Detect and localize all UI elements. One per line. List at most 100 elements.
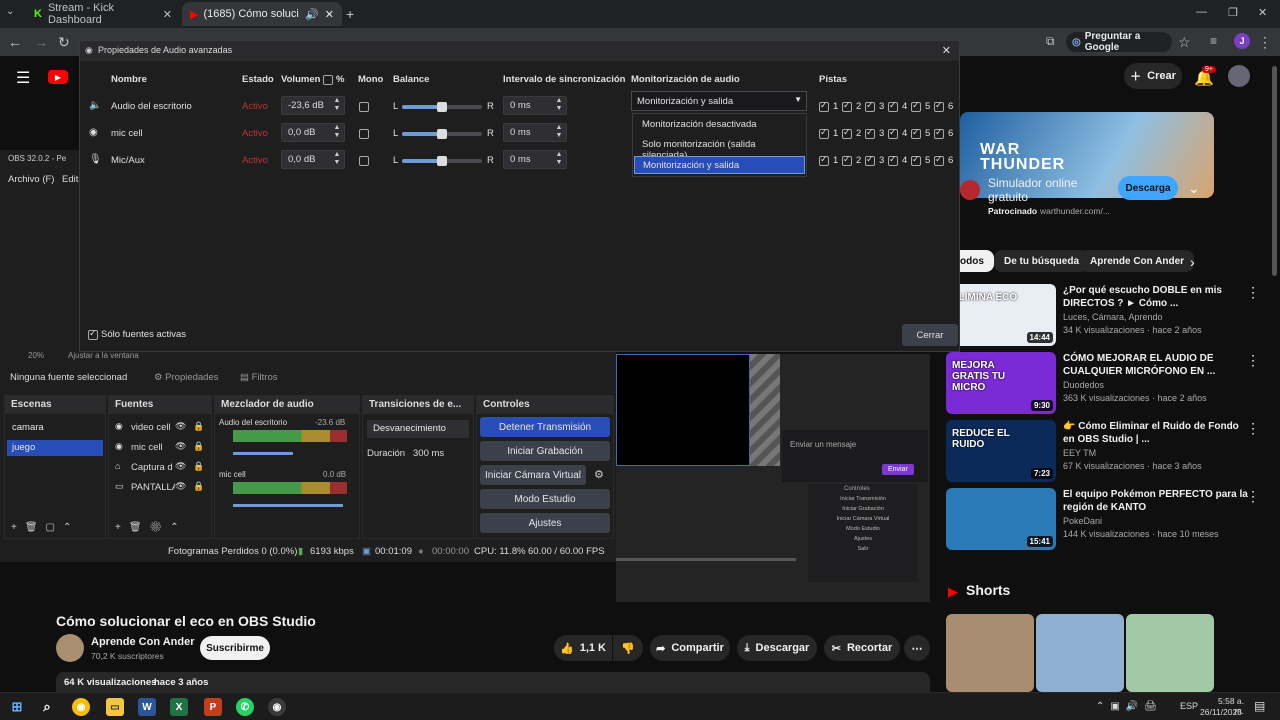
forward-icon[interactable]: → [34, 34, 48, 50]
channel-name[interactable]: Duodedos [1063, 380, 1248, 390]
scene-item[interactable]: camara [7, 420, 103, 436]
track-checkbox[interactable] [911, 100, 921, 112]
volume-spinbox[interactable]: 0,0 dB ▲ ▼ [281, 123, 345, 142]
lock-icon[interactable]: 🔒 [193, 441, 204, 452]
profile-avatar[interactable]: J [1234, 33, 1250, 49]
source-actions[interactable]: +🗑⚙⌃ [115, 522, 187, 533]
properties-tab[interactable]: ⚙ Propiedades [154, 372, 219, 383]
lock-icon[interactable]: 🔒 [193, 421, 204, 432]
chips-next-icon[interactable]: › [1190, 254, 1195, 270]
install-app-icon[interactable]: ⧉ [1046, 34, 1055, 49]
scrollbar-thumb[interactable] [1272, 66, 1277, 276]
browser-menu-icon[interactable]: ⋮ [1258, 34, 1272, 51]
video-thumbnail[interactable]: ELIMINA ECO 14:44 [946, 284, 1056, 346]
more-icon[interactable]: ⋮ [1246, 284, 1260, 301]
reading-list-icon[interactable]: ≡ [1210, 34, 1217, 48]
ad-download-button[interactable]: Descarga [1118, 176, 1178, 200]
short-thumbnail[interactable] [1126, 614, 1214, 692]
track-checkbox[interactable] [865, 127, 875, 139]
menu-file[interactable]: Archivo (F) [8, 174, 54, 185]
spin-arrows-icon[interactable]: ▲ ▼ [554, 151, 564, 168]
settings-button[interactable]: Ajustes [480, 513, 610, 533]
word-icon[interactable]: W [138, 698, 156, 716]
more-icon[interactable]: ⋮ [1246, 488, 1260, 505]
audio-playing-icon[interactable]: 🔊 [305, 8, 319, 21]
share-button[interactable]: ➦ Compartir [650, 635, 730, 661]
chip-from-search[interactable]: De tu búsqueda [994, 250, 1090, 272]
subscribe-button[interactable]: Suscribirme [200, 636, 270, 660]
powerpoint-icon[interactable]: P [204, 698, 222, 716]
system-tray-icons[interactable]: ⌃▣🔊🖨 [1096, 701, 1163, 712]
obs-icon[interactable]: ◉ [268, 698, 286, 716]
studio-mode-button[interactable]: Modo Estudio [480, 489, 610, 509]
channel-name[interactable]: Aprende Con Ander [91, 636, 195, 648]
download-button[interactable]: ⤓ Descargar [737, 635, 817, 661]
channel-avatar[interactable] [56, 634, 84, 662]
track-checkbox[interactable] [865, 100, 875, 112]
clock-date[interactable]: 26/11/2025 [1200, 707, 1242, 717]
track-checkbox[interactable] [819, 154, 829, 166]
reload-icon[interactable]: ↻ [58, 34, 70, 51]
video-thumbnail[interactable]: MEJORA GRATIS TU MICRO 9:30 [946, 352, 1056, 414]
volume-slider[interactable] [233, 504, 343, 507]
volume-spinbox[interactable]: -23,6 dB ▲ ▼ [281, 96, 345, 115]
spin-arrows-icon[interactable]: ▲ ▼ [554, 97, 564, 114]
balance-knob[interactable] [437, 102, 447, 112]
short-thumbnail[interactable] [946, 614, 1034, 692]
balance-slider[interactable] [402, 102, 482, 112]
balance-knob[interactable] [437, 129, 447, 139]
duration-value[interactable]: 300 ms [413, 448, 444, 459]
excel-icon[interactable]: X [170, 698, 188, 716]
track-checkbox[interactable] [888, 127, 898, 139]
clip-button[interactable]: ✂ Recortar [824, 635, 900, 661]
start-recording-button[interactable]: Iniciar Grabación [480, 441, 610, 461]
more-icon[interactable]: ⋮ [1246, 420, 1260, 437]
video-thumbnail[interactable]: REDUCE EL RUIDO 7:23 [946, 420, 1056, 482]
scene-item[interactable]: juego [7, 440, 103, 456]
file-explorer-icon[interactable]: ▭ [106, 698, 124, 716]
notification-center-icon[interactable]: ▤ [1254, 699, 1265, 713]
scene-actions[interactable]: +🗑▢⌃ [11, 522, 79, 533]
bookmark-star-icon[interactable]: ☆ [1178, 34, 1191, 51]
channel-name[interactable]: Luces, Cámara, Aprendo [1063, 312, 1248, 322]
recommendation-card[interactable]: REDUCE EL RUIDO 7:23 👉 Cómo Eliminar el Ru… [946, 420, 1264, 482]
balance-knob[interactable] [437, 156, 447, 166]
like-button[interactable]: 👍 1,1 K [554, 635, 612, 661]
track-checkbox[interactable] [934, 127, 944, 139]
recommendation-card[interactable]: 15:41 El equipo Pokémon PERFECTO para la … [946, 488, 1264, 550]
source-item[interactable]: ◉ mic cell 👁 🔒 [111, 440, 211, 456]
video-thumbnail[interactable]: 15:41 [946, 488, 1056, 550]
source-item[interactable]: ▭ PANTALLA 👁 🔒 [111, 480, 211, 496]
volume-spinbox[interactable]: 0,0 dB ▲ ▼ [281, 150, 345, 169]
dropdown-option-selected[interactable]: Monitorización y salida [634, 156, 805, 174]
sync-offset-spinbox[interactable]: 0 ms ▲ ▼ [503, 123, 567, 142]
fit-window-label[interactable]: Ajustar a la ventana [68, 351, 139, 360]
track-checkbox[interactable] [888, 100, 898, 112]
whatsapp-icon[interactable]: ✆ [236, 698, 254, 716]
channel-name[interactable]: PokeDani [1063, 516, 1248, 526]
source-item[interactable]: ◉ video cell 👁 🔒 [111, 420, 211, 436]
track-checkbox[interactable] [842, 154, 852, 166]
mono-checkbox[interactable] [359, 129, 369, 139]
visibility-eye-icon[interactable]: 👁 [175, 441, 186, 452]
tab-kick[interactable]: K Stream - Kick Dashboard ✕ [26, 2, 180, 26]
more-actions-button[interactable]: ⋯ [904, 635, 930, 661]
track-checkbox[interactable] [934, 154, 944, 166]
stop-stream-button[interactable]: Detener Transmisión [480, 417, 610, 437]
chip-channel[interactable]: Aprende Con Ander [1080, 250, 1195, 272]
video-title[interactable]: 👉 Cómo Eliminar el Ruido de Fondo en OBS… [1063, 420, 1248, 446]
source-item[interactable]: ⌂ Captura d 👁 🔒 [111, 460, 211, 476]
lock-icon[interactable]: 🔒 [193, 481, 204, 492]
chevron-down-icon[interactable]: ⌄ [1188, 180, 1200, 197]
track-checkbox[interactable] [819, 127, 829, 139]
video-player[interactable]: Enviar un mensaje Enviar Controles Inici… [616, 354, 930, 602]
tab-search-icon[interactable]: ⌄ [6, 6, 14, 17]
account-avatar[interactable] [1228, 65, 1250, 87]
visibility-eye-icon[interactable]: 👁 [175, 421, 186, 432]
spin-arrows-icon[interactable]: ▲ ▼ [332, 151, 342, 168]
percent-checkbox[interactable] [323, 75, 333, 85]
recommendation-card[interactable]: MEJORA GRATIS TU MICRO 9:30 CÓMO MEJORAR E… [946, 352, 1264, 414]
sync-offset-spinbox[interactable]: 0 ms ▲ ▼ [503, 96, 567, 115]
track-checkbox[interactable] [865, 154, 875, 166]
dialog-close-icon[interactable]: ✕ [942, 44, 951, 57]
